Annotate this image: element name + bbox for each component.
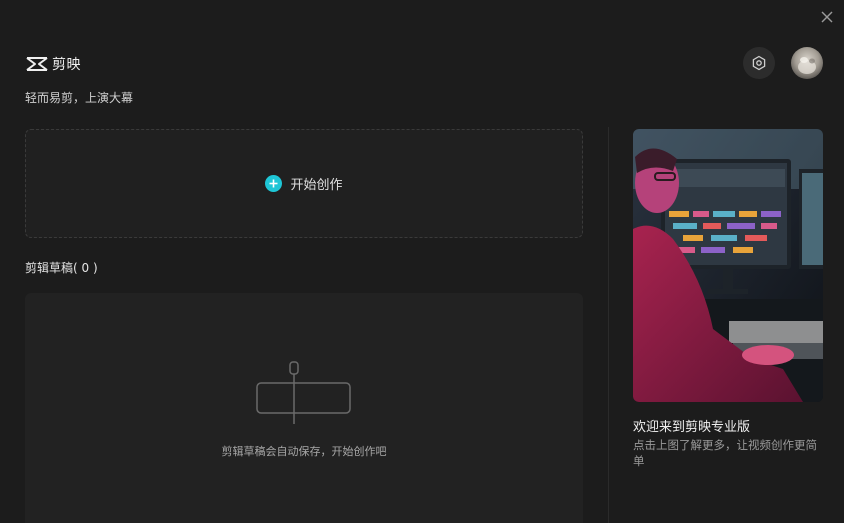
close-button[interactable]: [818, 8, 836, 26]
promo-banner-image[interactable]: [633, 129, 823, 402]
capcut-logo-icon: [26, 57, 48, 71]
home-window: 剪映 轻而易剪，上演大幕 开始创作 剪辑草稿(0) 剪辑草稿会自动保存，开始…: [0, 0, 844, 523]
empty-timeline-icon: [256, 361, 351, 424]
drafts-empty-text: 剪辑草稿会自动保存，开始创作吧: [221, 445, 387, 458]
plus-icon: [265, 175, 283, 192]
drafts-panel: 剪辑草稿会自动保存，开始创作吧: [25, 293, 583, 523]
start-create-button[interactable]: 开始创作: [25, 129, 583, 238]
start-create-content: 开始创作: [265, 174, 343, 193]
promo-description: 点击上图了解更多，让视频创作更简单: [633, 438, 817, 468]
user-avatar[interactable]: [791, 47, 823, 79]
avatar-image: [791, 47, 823, 79]
app-logo: 剪映: [25, 54, 81, 74]
app-name: 剪映: [52, 57, 81, 73]
start-create-label: 开始创作: [290, 178, 343, 193]
settings-hexagon-icon: [752, 55, 766, 71]
column-divider: [608, 127, 609, 523]
promo-title[interactable]: 欢迎来到剪映专业版: [633, 416, 750, 435]
settings-button[interactable]: [743, 47, 775, 79]
drafts-title: 剪辑草稿( 0 ): [25, 261, 98, 275]
tagline: 轻而易剪，上演大幕: [25, 91, 134, 105]
editor-workstation-photo: [633, 129, 823, 402]
close-icon: [821, 11, 833, 23]
